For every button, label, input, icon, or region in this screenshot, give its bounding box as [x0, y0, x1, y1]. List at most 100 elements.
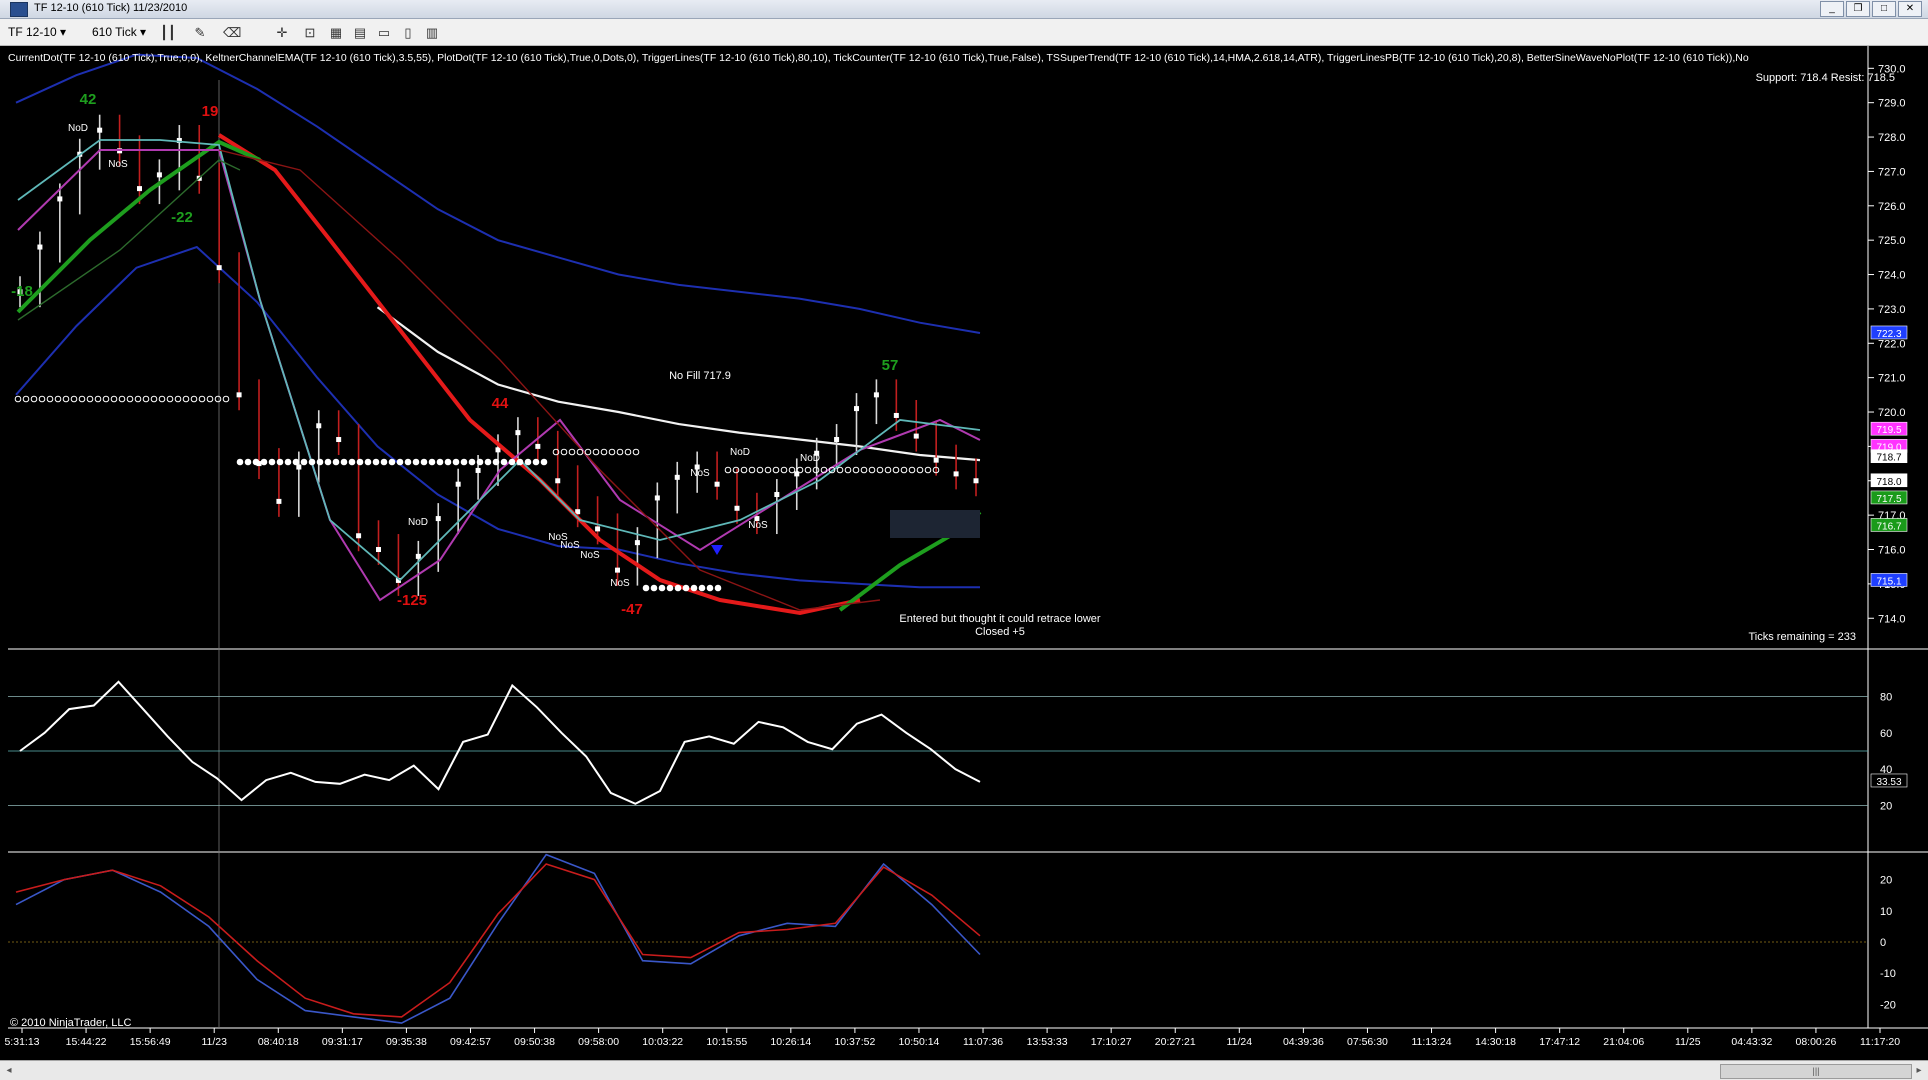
close-marker	[336, 437, 342, 443]
pivot-dot-solid	[460, 458, 468, 466]
interval-selector[interactable]: 610 Tick ▾	[92, 23, 146, 41]
crosshair-icon[interactable]: ✛	[272, 23, 292, 43]
pivot-dot-hollow	[584, 448, 592, 456]
time-tick-label: 21:04:06	[1603, 1036, 1644, 1048]
ticks-remaining-label: Ticks remaining = 233	[1748, 631, 1856, 643]
pivot-dot-solid	[666, 584, 674, 592]
close-marker	[854, 406, 859, 412]
price-tag-label: 717.5	[1876, 494, 1901, 505]
swing-label: -125	[397, 592, 427, 609]
strategies-icon[interactable]: ▤	[350, 23, 370, 43]
time-tick-label: 04:39:36	[1283, 1036, 1324, 1048]
bar-label: NoS	[108, 159, 128, 170]
pivot-dot-hollow	[190, 395, 198, 403]
pivot-dot-solid	[372, 458, 380, 466]
pivot-dot-hollow	[732, 466, 740, 474]
bar-label: NoS	[580, 550, 600, 561]
chart-toolbar: TF 12-10 ▾ 610 Tick ▾ ┃┃ ✎ ⌫ ✛ ⊡ ▦ ▤ ▭ ▯…	[0, 19, 1928, 46]
pivot-dot-solid	[642, 584, 650, 592]
time-tick-label: 10:15:55	[706, 1036, 747, 1048]
indicators-icon[interactable]: ▦	[326, 23, 346, 43]
close-marker	[535, 443, 541, 449]
close-marker	[97, 127, 103, 133]
horizontal-scrollbar[interactable]: ◂ ||| ▸	[0, 1060, 1928, 1080]
zoom-icon[interactable]: ⊡	[300, 23, 320, 43]
data-box-icon[interactable]: ▯	[398, 23, 418, 43]
pivot-dot-hollow	[860, 466, 868, 474]
time-tick-label: 5:31:13	[4, 1036, 39, 1048]
pivot-dot-solid	[300, 458, 308, 466]
time-tick-label: 17:47:12	[1539, 1036, 1580, 1048]
price-tag-label: 718.7	[1876, 453, 1901, 464]
price-tag-label: 715.1	[1876, 576, 1901, 587]
close-marker	[356, 533, 362, 539]
oscillator-line	[19, 680, 981, 805]
pivot-dot-hollow	[852, 466, 860, 474]
pivot-dot-hollow	[748, 466, 756, 474]
close-marker	[236, 392, 242, 398]
pivot-dot-hollow	[78, 395, 86, 403]
maximize-window-button[interactable]: □	[1872, 1, 1896, 17]
pivot-dot-solid	[276, 458, 284, 466]
pivot-dot-hollow	[576, 448, 584, 456]
close-marker	[515, 430, 521, 436]
minimize-window-button[interactable]: _	[1820, 1, 1844, 17]
pivot-dot-solid	[476, 458, 484, 466]
pivot-dot-solid	[324, 458, 332, 466]
bar-type-icon[interactable]: ┃┃	[158, 23, 178, 43]
pivot-dot-hollow	[14, 395, 22, 403]
scroll-right-icon[interactable]: ▸	[1912, 1064, 1926, 1077]
price-tick-label: 728.0	[1878, 132, 1906, 144]
properties-icon[interactable]: ▭	[374, 23, 394, 43]
close-marker	[376, 547, 381, 553]
pivot-dot-hollow	[908, 466, 916, 474]
instrument-selector[interactable]: TF 12-10 ▾	[8, 23, 66, 41]
pivot-dot-hollow	[214, 395, 222, 403]
pivot-dot-solid	[516, 458, 524, 466]
drawing-pen-icon[interactable]: ✎	[190, 23, 210, 43]
pivot-dot-hollow	[868, 466, 876, 474]
scroll-left-icon[interactable]: ◂	[2, 1064, 16, 1077]
pivot-dot-hollow	[560, 448, 568, 456]
pivot-dot-solid	[674, 584, 682, 592]
close-marker	[933, 457, 939, 463]
chart-area[interactable]: 4219-22-1844-125-475733NoDNoSNoDNoSNoSNo…	[0, 46, 1928, 1080]
close-marker	[913, 433, 919, 439]
indicators-legend: CurrentDot(TF 12-10 (610 Tick),True,0,0)…	[8, 52, 1749, 64]
swing-label: -47	[621, 601, 643, 618]
swing-label: 19	[202, 103, 219, 120]
keltner-lower-line	[15, 245, 980, 589]
pivot-dot-hollow	[844, 466, 852, 474]
pivot-dot-solid	[650, 584, 658, 592]
interval-label: 610 Tick	[92, 25, 137, 39]
bar-label: NoS	[560, 540, 580, 551]
pivot-dot-hollow	[796, 466, 804, 474]
restore-window-button[interactable]: ❐	[1846, 1, 1870, 17]
price-chart-svg[interactable]: 4219-22-1844-125-475733NoDNoSNoDNoSNoSNo…	[0, 46, 1928, 1060]
pivot-dot-solid	[714, 584, 722, 592]
pivot-dot-hollow	[892, 466, 900, 474]
pivot-dot-hollow	[110, 395, 118, 403]
scrollbar-thumb[interactable]: |||	[1720, 1064, 1912, 1079]
pivot-dot-hollow	[86, 395, 94, 403]
pivot-dot-solid	[540, 458, 548, 466]
time-tick-label: 09:50:38	[514, 1036, 555, 1048]
trigger-line-teal	[17, 139, 981, 582]
lead-sine-line	[15, 863, 981, 1018]
eraser-icon[interactable]: ⌫	[222, 23, 242, 43]
price-tick-label: 720.0	[1878, 407, 1906, 419]
close-marker	[654, 495, 660, 501]
close-window-button[interactable]: ✕	[1898, 1, 1922, 17]
pivot-dot-solid	[404, 458, 412, 466]
close-marker	[834, 437, 840, 443]
chart-trader-icon[interactable]: ▥	[422, 23, 442, 43]
no-fill-annotation: No Fill 717.9	[669, 370, 731, 382]
time-tick-label: 15:56:49	[130, 1036, 171, 1048]
close-marker	[595, 526, 601, 532]
oscillator-tick-label: 80	[1880, 691, 1892, 703]
pivot-dot-hollow	[62, 395, 70, 403]
pivot-dot-solid	[356, 458, 364, 466]
pivot-dot-hollow	[876, 466, 884, 474]
close-marker	[475, 467, 481, 473]
pivot-dot-hollow	[608, 448, 616, 456]
